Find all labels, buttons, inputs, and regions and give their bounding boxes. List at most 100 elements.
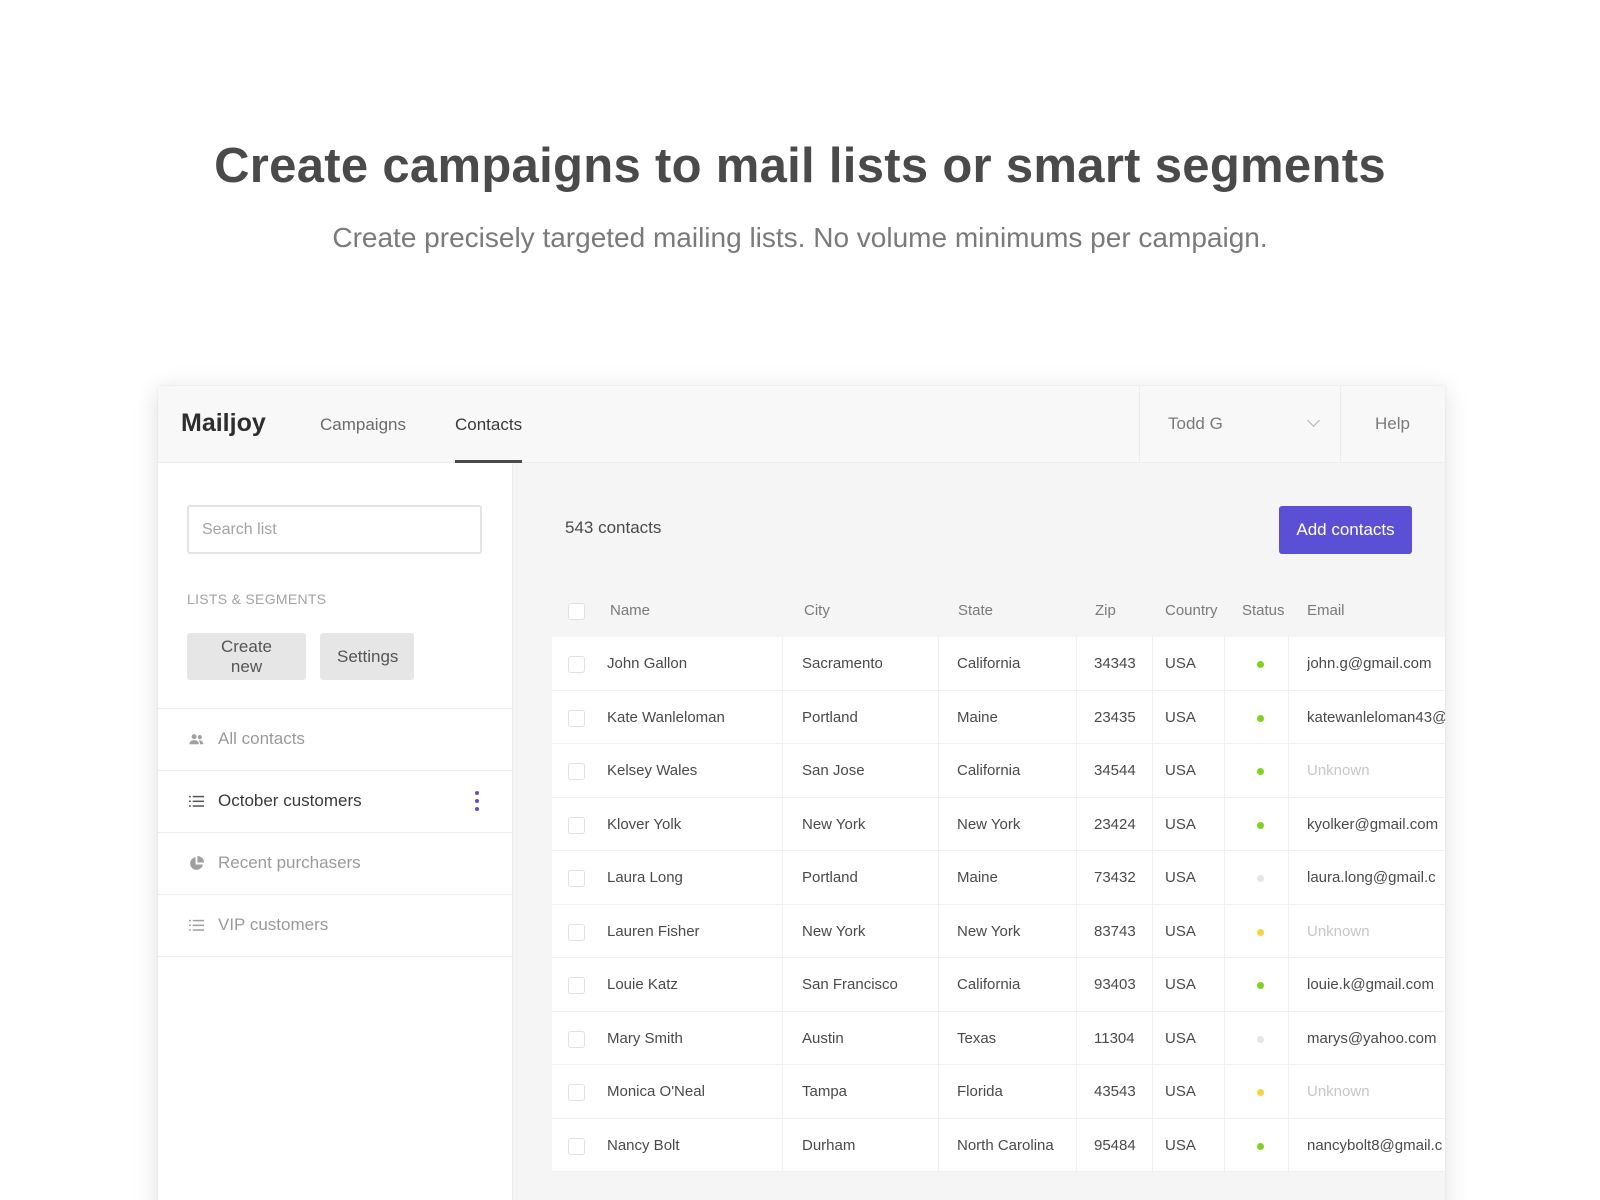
table-row[interactable]: Klover Yolk New York New York 23424 USA … [552,797,1445,851]
table-row[interactable]: Nancy Bolt Durham North Carolina 95484 U… [552,1118,1445,1172]
column-divider [1076,1011,1077,1064]
row-checkbox[interactable] [568,763,585,780]
cell-zip: 23424 [1094,815,1136,833]
column-divider [1224,637,1225,690]
status-dot-icon [1257,1035,1264,1043]
table-row[interactable]: Laura Long Portland Maine 73432 USA laur… [552,851,1445,905]
cell-zip: 95484 [1094,1136,1136,1154]
table-row[interactable]: John Gallon Sacramento California 34343 … [552,637,1445,691]
cell-email: john.g@gmail.com [1307,655,1432,672]
row-checkbox[interactable] [568,1137,585,1155]
app-window: Mailjoy Campaigns Contacts Todd G Help L… [158,386,1445,1200]
row-checkbox[interactable] [568,1030,585,1048]
cell-city: Durham [802,1136,856,1154]
cell-zip: 23435 [1094,708,1136,726]
column-divider [1152,637,1153,690]
add-contacts-button[interactable]: Add contacts [1279,506,1412,554]
cell-name: Mary Smith [607,1029,683,1047]
column-divider [938,851,939,904]
cell-city: Austin [802,1029,844,1047]
column-header-status[interactable]: Status [1242,602,1285,619]
cell-email: louie.k@gmail.com [1307,976,1434,993]
contacts-table: Name City State Zip Country Status Email… [552,581,1445,1172]
nav-tab-contacts[interactable]: Contacts [455,415,523,463]
column-divider [1076,851,1077,904]
list-icon [188,795,205,807]
column-divider [1076,797,1077,850]
cell-state: New York [957,922,1021,940]
row-checkbox[interactable] [568,977,585,994]
cell-zip: 73432 [1094,869,1136,886]
logo[interactable]: Mailjoy [181,409,266,438]
cell-name: Klover Yolk [607,815,682,833]
table-row[interactable]: Mary Smith Austin Texas 11304 USA marys@… [552,1011,1445,1065]
row-checkbox[interactable] [568,923,585,941]
column-divider [1152,690,1153,743]
search-list-input[interactable] [187,505,482,554]
cell-zip: 34544 [1094,762,1136,779]
help-link[interactable]: Help [1375,414,1410,434]
table-row[interactable]: Louie Katz San Francisco California 9340… [552,958,1445,1012]
column-divider [1152,958,1153,1011]
sidebar-item-october-customers[interactable]: October customers [158,771,512,833]
hero-title: Create campaigns to mail lists or smart … [214,139,1386,193]
row-checkbox[interactable] [568,870,585,887]
cell-email: marys@yahoo.com [1307,1029,1437,1047]
column-header-name[interactable]: Name [610,602,785,619]
table-row[interactable]: Monica O'Neal Tampa Florida 43543 USA Un… [552,1065,1445,1119]
more-options-icon[interactable] [474,791,480,813]
table-row[interactable]: Kate Wanleloman Portland Maine 23435 USA… [552,690,1445,744]
column-divider [1288,744,1289,797]
cell-name: Nancy Bolt [607,1136,680,1154]
row-checkbox[interactable] [568,816,585,834]
table-row[interactable]: Kelsey Wales San Jose California 34544 U… [552,744,1445,798]
nav-tab-campaigns[interactable]: Campaigns [320,415,406,463]
table-row[interactable]: Lauren Fisher New York New York 83743 US… [552,904,1445,958]
cell-city: New York [802,922,866,940]
column-divider [1288,851,1289,904]
sidebar-item-label: All contacts [218,729,305,748]
cell-name: Kelsey Wales [607,762,698,779]
column-divider [1224,797,1225,850]
column-header-zip[interactable]: Zip [1095,602,1116,619]
cell-email: laura.long@gmail.c [1307,869,1436,886]
row-checkbox[interactable] [568,1084,585,1101]
column-divider [938,904,939,957]
column-divider [1076,958,1077,1011]
cell-zip: 93403 [1094,976,1136,993]
column-divider [1224,958,1225,1011]
row-checkbox[interactable] [568,656,585,673]
column-divider [938,690,939,743]
status-dot-icon [1257,821,1264,829]
section-label: LISTS & SEGMENTS [187,591,327,607]
sidebar-item-recent-purchasers[interactable]: Recent purchasers [158,833,512,895]
sidebar-item-label: October customers [218,791,362,810]
settings-button[interactable]: Settings [320,633,414,680]
user-menu[interactable]: Todd G [1139,386,1341,463]
column-divider [1288,1118,1289,1171]
status-dot-icon [1257,768,1264,775]
column-divider [938,1065,939,1118]
sidebar-item-vip-customers[interactable]: VIP customers [158,895,512,957]
column-header-city[interactable]: City [804,602,830,619]
cell-email: nancybolt8@gmail.c [1307,1136,1443,1154]
sidebar-item-all-contacts[interactable]: All contacts [158,709,512,771]
column-divider [1076,904,1077,957]
column-header-email[interactable]: Email [1307,602,1345,619]
cell-state: Maine [957,708,998,726]
status-dot-icon [1257,714,1264,722]
segment-list: All contacts October customers Recent pu… [158,708,512,957]
column-divider [1152,1118,1153,1171]
status-dot-icon [1257,875,1264,882]
sidebar-item-label: Recent purchasers [218,853,361,872]
row-checkbox[interactable] [568,709,585,727]
cell-email: Unknown [1307,1083,1370,1100]
column-divider [1224,690,1225,743]
cell-state: California [957,976,1021,993]
column-header-country[interactable]: Country [1165,602,1218,619]
cell-name: Monica O'Neal [607,1083,705,1100]
column-header-state[interactable]: State [958,602,993,619]
column-divider [1076,744,1077,797]
select-all-checkbox[interactable] [568,603,585,620]
create-new-button[interactable]: Create new [187,633,306,680]
